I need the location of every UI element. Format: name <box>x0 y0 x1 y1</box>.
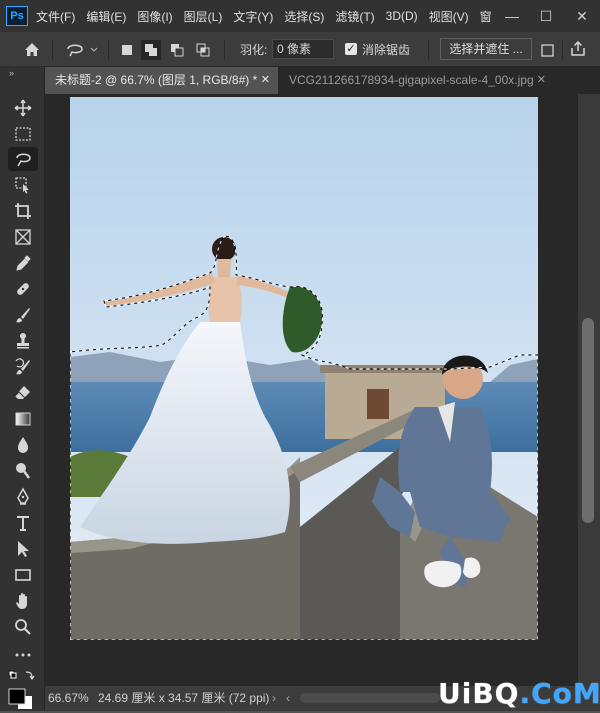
chevron-right-icon[interactable]: › <box>272 686 276 711</box>
menu-image[interactable]: 图像(I) <box>137 8 172 25</box>
path-selection-tool-icon[interactable] <box>13 539 33 559</box>
blur-tool-icon[interactable] <box>13 435 33 455</box>
healing-brush-tool-icon[interactable] <box>13 279 33 299</box>
brush-tool-icon[interactable] <box>13 305 33 325</box>
menu-3d[interactable]: 3D(D) <box>386 9 418 23</box>
eyedropper-tool-icon[interactable] <box>13 253 33 273</box>
intersect-selection-icon[interactable] <box>193 40 213 60</box>
tool-preset-picker[interactable] <box>64 40 102 60</box>
tab-vcg-image[interactable]: VCG211266178934-gigapixel-scale-4_00x.jp… <box>279 67 554 94</box>
menu-edit[interactable]: 编辑(E) <box>86 8 126 25</box>
dropdown-square-icon[interactable] <box>538 40 558 60</box>
pen-tool-icon[interactable] <box>13 487 33 507</box>
antialias-checkbox[interactable]: ✓ <box>345 43 357 55</box>
zoom-tool-icon[interactable] <box>13 617 33 637</box>
tab-untitled-2[interactable]: 未标题-2 @ 66.7% (图层 1, RGB/8#) * ✕ <box>45 67 278 94</box>
maximize-button[interactable]: ☐ <box>530 0 562 32</box>
horizontal-scrollbar[interactable] <box>300 693 440 703</box>
site-watermark: UiBQ.CoM <box>438 677 600 710</box>
photo <box>69 97 539 641</box>
menu-file[interactable]: 文件(F) <box>36 8 75 25</box>
marquee-tool-icon[interactable] <box>13 124 33 144</box>
minimize-button[interactable]: — <box>496 0 528 32</box>
main-menu: 文件(F) 编辑(E) 图像(I) 图层(L) 文字(Y) 选择(S) 滤镜(T… <box>36 0 503 32</box>
close-icon[interactable]: ✕ <box>537 67 546 94</box>
divider <box>428 40 429 60</box>
vertical-scrollbar-thumb[interactable] <box>582 318 594 523</box>
crop-tool-icon[interactable] <box>13 201 33 221</box>
chevron-left-icon[interactable]: ‹ <box>286 686 290 711</box>
object-selection-tool-icon[interactable] <box>13 175 33 195</box>
stamp-tool-icon[interactable] <box>13 331 33 351</box>
eraser-tool-icon[interactable] <box>13 383 33 403</box>
menu-select[interactable]: 选择(S) <box>284 8 324 25</box>
select-and-mask-button[interactable]: 选择并遮住 ... <box>440 38 532 60</box>
menu-type[interactable]: 文字(Y) <box>233 8 273 25</box>
new-selection-icon[interactable] <box>117 40 137 60</box>
divider <box>52 40 53 60</box>
add-to-selection-icon[interactable] <box>141 40 161 60</box>
lasso-tool-icon[interactable] <box>13 149 33 169</box>
watermark-text: UiBQ <box>438 677 520 710</box>
rectangle-tool-icon[interactable] <box>13 565 33 585</box>
gradient-tool-icon[interactable] <box>13 409 33 429</box>
move-tool-icon[interactable] <box>13 98 33 118</box>
share-icon[interactable] <box>568 39 588 59</box>
menu-layer[interactable]: 图层(L) <box>184 8 223 25</box>
dodge-tool-icon[interactable] <box>13 461 33 481</box>
divider <box>108 40 109 60</box>
close-button[interactable]: ✕ <box>566 0 598 32</box>
foreground-background-color-icon[interactable] <box>8 688 32 709</box>
more-tools-icon[interactable] <box>13 645 33 665</box>
default-colors-icon[interactable] <box>8 670 36 682</box>
history-brush-tool-icon[interactable] <box>13 357 33 377</box>
document-info[interactable]: 24.69 厘米 x 34.57 厘米 (72 ppi) <box>98 686 269 711</box>
subtract-from-selection-icon[interactable] <box>167 40 187 60</box>
home-icon[interactable] <box>22 40 42 60</box>
hand-tool-icon[interactable] <box>13 591 33 611</box>
menu-window[interactable]: 窗 <box>480 8 492 25</box>
app-logo: Ps <box>6 6 28 26</box>
close-icon[interactable]: ✕ <box>261 67 270 94</box>
frame-tool-icon[interactable] <box>13 227 33 247</box>
feather-input[interactable]: 0 像素 <box>272 39 334 59</box>
menu-filter[interactable]: 滤镜(T) <box>335 8 374 25</box>
menu-view[interactable]: 视图(V) <box>429 8 469 25</box>
divider <box>562 40 563 60</box>
document-canvas[interactable] <box>69 97 539 641</box>
watermark-domain: .CoM <box>519 677 600 710</box>
collapse-chevron-icon[interactable]: » <box>9 68 23 78</box>
zoom-level[interactable]: 66.67% <box>48 686 89 711</box>
divider <box>224 40 225 60</box>
tab-label: 未标题-2 @ 66.7% (图层 1, RGB/8#) * <box>55 73 258 87</box>
type-tool-icon[interactable] <box>13 513 33 533</box>
feather-label: 羽化: <box>240 43 268 57</box>
tab-label: VCG211266178934-gigapixel-scale-4_00x.jp… <box>289 73 534 87</box>
antialias-label: 消除锯齿 <box>362 43 411 57</box>
